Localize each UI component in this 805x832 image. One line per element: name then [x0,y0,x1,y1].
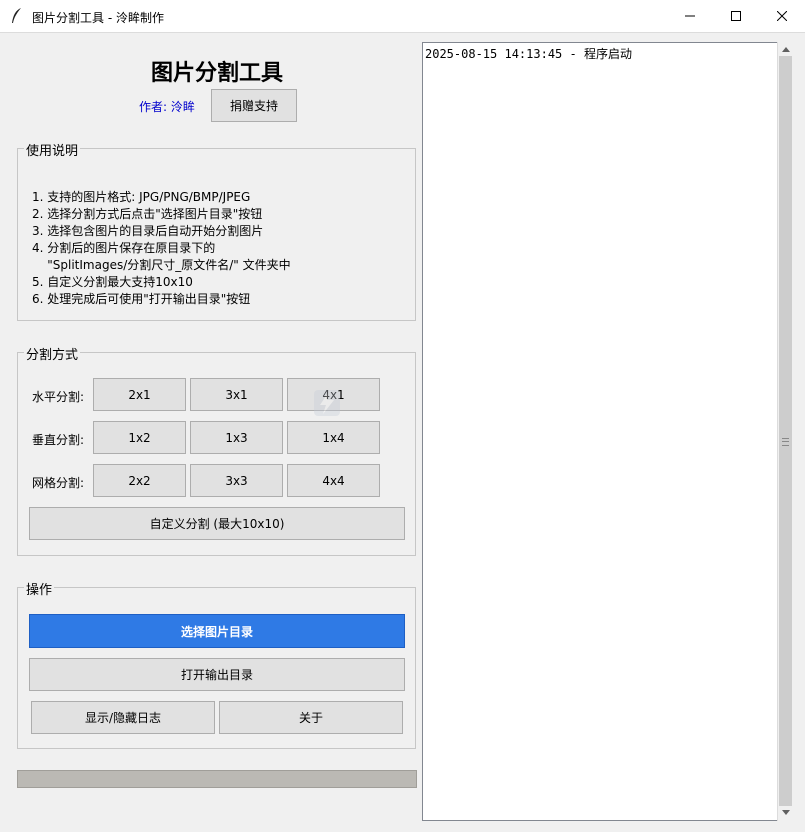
instructions-group: 使用说明 1. 支持的图片格式: JPG/PNG/BMP/JPEG 2. 选择分… [17,140,416,321]
split-1x2-button[interactable]: 1x2 [93,421,186,454]
split-1x4-button[interactable]: 1x4 [287,421,380,454]
grid-split-label: 网格分割: [32,476,85,490]
horizontal-split-label: 水平分割: [32,390,85,404]
split-mode-legend: 分割方式 [24,344,81,363]
operations-legend: 操作 [24,579,55,598]
split-4x1-button[interactable]: 4x1 [287,378,380,411]
minimize-button[interactable] [667,0,713,32]
donate-button[interactable]: 捐赠支持 [211,89,297,122]
scroll-down-icon[interactable] [780,807,791,818]
log-line: 2025-08-15 14:13:45 - 程序启动 [425,47,632,61]
instruction-line: 2. 选择分割方式后点击"选择图片目录"按钮 [32,207,263,221]
title-bar: 图片分割工具 - 泠眸制作 [0,0,805,33]
open-output-button[interactable]: 打开输出目录 [29,658,405,691]
log-scrollbar[interactable] [777,42,793,821]
instruction-line: 3. 选择包含图片的目录后自动开始分割图片 [32,224,264,238]
split-3x1-button[interactable]: 3x1 [190,378,283,411]
select-directory-button[interactable]: 选择图片目录 [29,614,405,648]
toggle-log-button[interactable]: 显示/隐藏日志 [31,701,215,734]
instructions-list: 1. 支持的图片格式: JPG/PNG/BMP/JPEG 2. 选择分割方式后点… [32,189,291,308]
split-4x4-button[interactable]: 4x4 [287,464,380,497]
scroll-up-icon[interactable] [780,44,791,55]
split-2x1-button[interactable]: 2x1 [93,378,186,411]
close-button[interactable] [759,0,805,32]
maximize-icon [731,11,741,21]
split-2x2-button[interactable]: 2x2 [93,464,186,497]
instruction-line: 5. 自定义分割最大支持10x10 [32,275,193,289]
window-title: 图片分割工具 - 泠眸制作 [32,11,164,25]
feather-icon [12,8,21,23]
log-textarea[interactable]: 2025-08-15 14:13:45 - 程序启动 [422,42,792,821]
instruction-line: "SplitImages/分割尺寸_原文件名/" 文件夹中 [32,258,291,272]
app-title: 图片分割工具 [150,61,283,86]
scrollbar-thumb[interactable] [779,56,792,806]
instruction-line: 1. 支持的图片格式: JPG/PNG/BMP/JPEG [32,190,251,204]
instruction-line: 4. 分割后的图片保存在原目录下的 [32,241,216,255]
progress-bar [17,770,417,788]
instructions-legend: 使用说明 [24,140,81,159]
author-label: 作者: 泠眸 [139,100,195,114]
vertical-split-label: 垂直分割: [32,433,85,447]
left-panel: 图片分割工具 作者: 泠眸 捐赠支持 使用说明 1. 支持的图片格式: JPG/… [0,33,420,832]
split-3x3-button[interactable]: 3x3 [190,464,283,497]
grip-icon [782,438,789,446]
maximize-button[interactable] [713,0,759,32]
custom-split-button[interactable]: 自定义分割 (最大10x10) [29,507,405,540]
about-button[interactable]: 关于 [219,701,403,734]
close-icon [777,11,787,21]
split-1x3-button[interactable]: 1x3 [190,421,283,454]
minimize-icon [685,15,695,17]
instruction-line: 6. 处理完成后可使用"打开输出目录"按钮 [32,292,251,306]
